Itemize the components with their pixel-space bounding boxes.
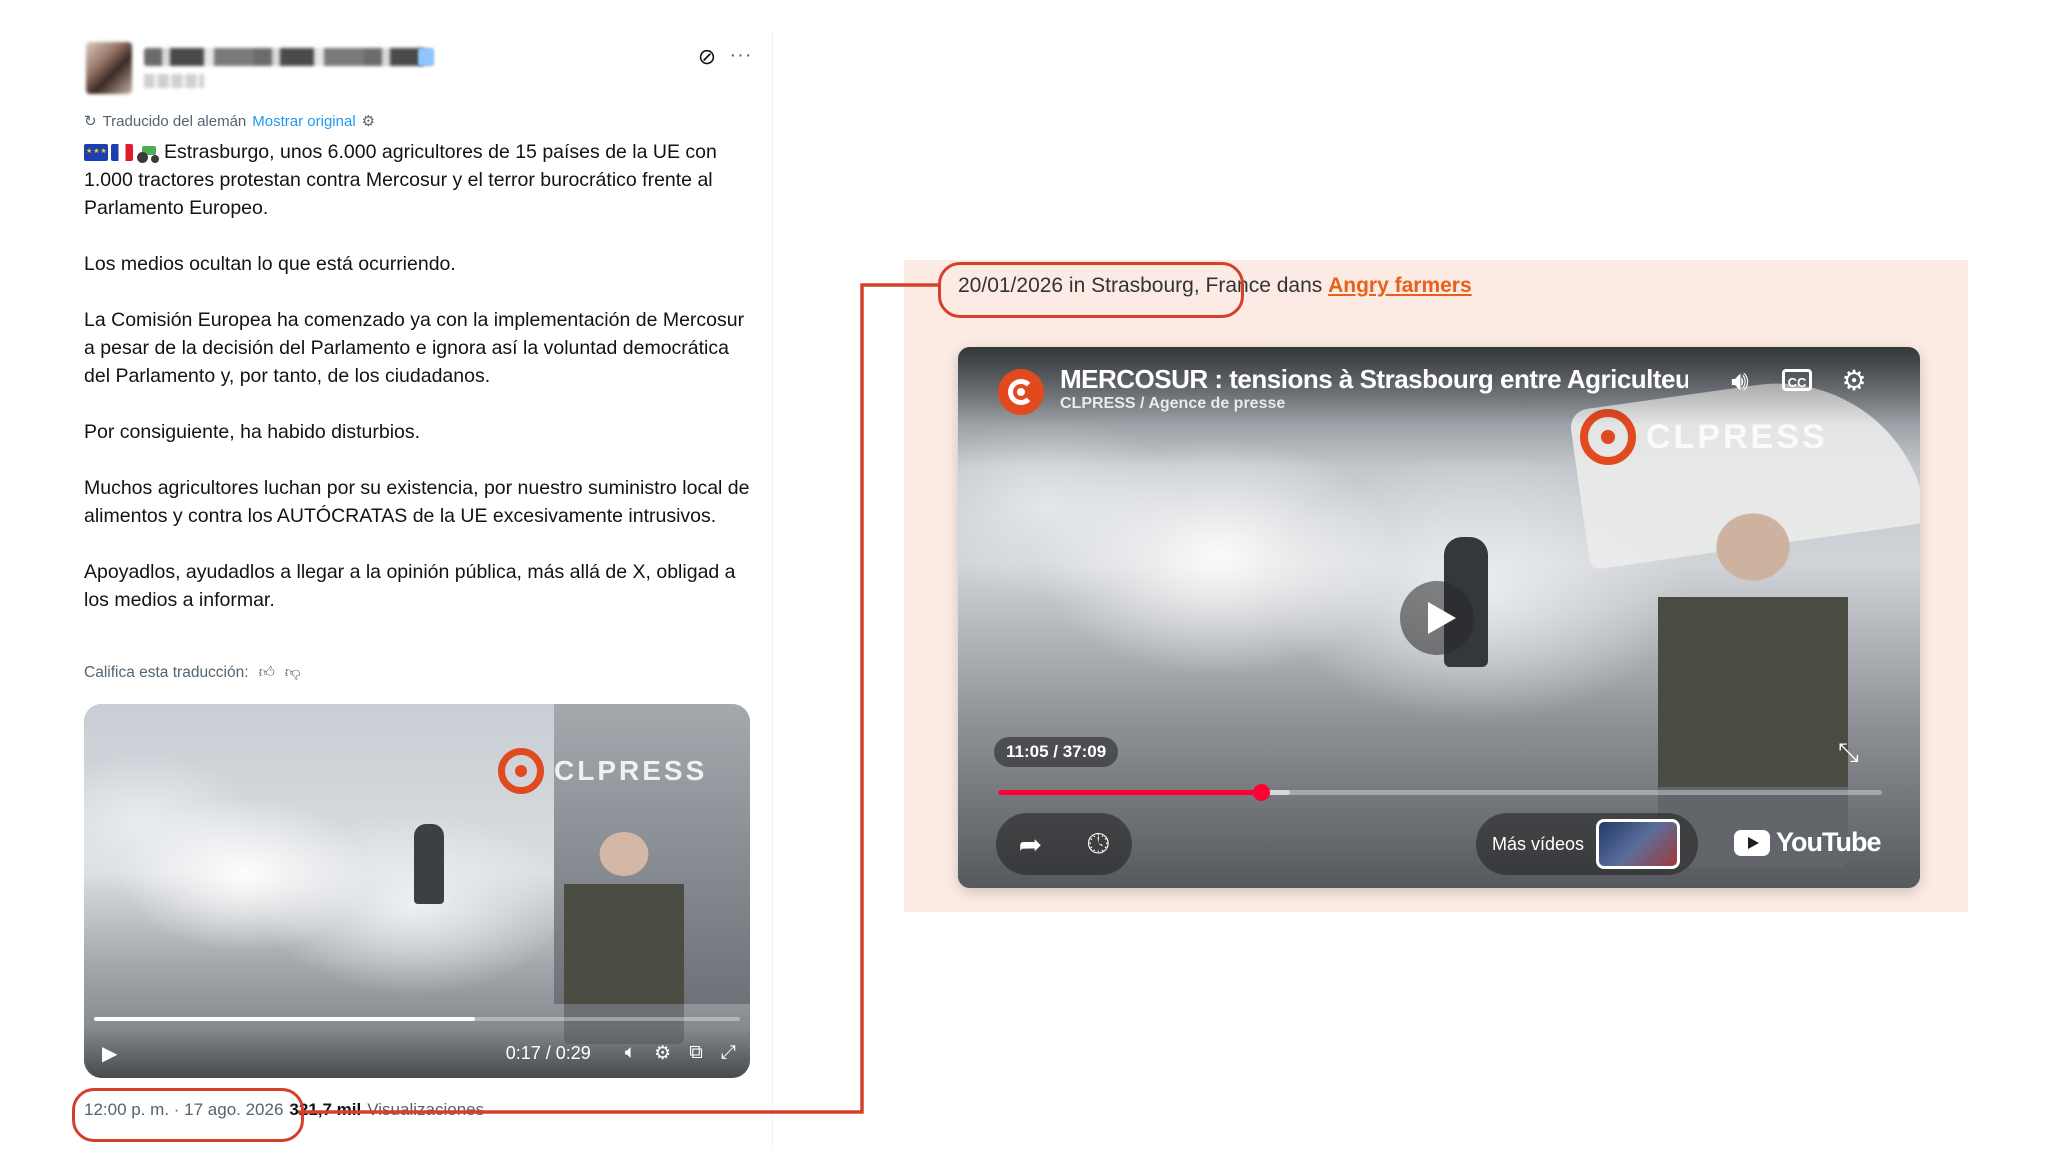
translation-notice: ↻ Traducido del alemán Mostrar original …: [84, 112, 375, 131]
channel-avatar-icon[interactable]: [998, 369, 1044, 415]
avatar[interactable]: [86, 42, 132, 94]
verified-badge-icon: [418, 48, 434, 66]
thumbs-up-icon[interactable]: 👍︎: [259, 664, 275, 682]
more-videos-label: Más vídeos: [1492, 833, 1585, 854]
yt-progress-fill: [998, 790, 1262, 795]
thumbs-down-icon[interactable]: 👎︎: [285, 664, 301, 682]
youtube-play-logo-icon: [1734, 829, 1770, 856]
annotation-ring-tweet-date: [72, 1088, 304, 1142]
youtube-wordmark: YouTube: [1776, 827, 1881, 857]
video-progress-bar[interactable]: [94, 1017, 740, 1021]
views-label: Visualizaciones: [367, 1100, 485, 1119]
youtube-logo[interactable]: YouTube: [1734, 827, 1881, 858]
tweet-paragraph: Por consiguiente, ha habido disturbios.: [84, 421, 421, 443]
captions-icon[interactable]: CC: [1782, 369, 1812, 391]
eu-flag-icon: [84, 144, 108, 161]
tweet-paragraph: Apoyadlos, ayudadlos a llegar a la opini…: [84, 561, 736, 611]
share-icon[interactable]: ➦: [1019, 828, 1042, 861]
tweet-text: Estrasburgo, unos 6.000 agricultores de …: [84, 138, 760, 642]
rate-translation: Califica esta traducción: 👍︎ 👎︎: [84, 664, 301, 682]
gear-icon[interactable]: ⚙: [362, 112, 375, 130]
video-controls: ▶ 0:17 / 0:29 🔈︎ ⚙ ⧉ ⤢: [84, 1028, 750, 1078]
rate-label: Califica esta traducción:: [84, 664, 249, 681]
tweet-paragraph-text: Estrasburgo, unos 6.000 agricultores de …: [84, 141, 717, 219]
play-icon[interactable]: ▶: [102, 1041, 117, 1066]
video-figure: [414, 824, 444, 904]
expand-icon[interactable]: ⤡: [1838, 737, 1859, 769]
clpress-logo-icon: [498, 748, 544, 794]
play-button[interactable]: [1400, 581, 1474, 655]
video-time: 0:17 / 0:29: [505, 1042, 591, 1063]
translated-label: Traducido del alemán: [102, 112, 247, 130]
more-videos-button[interactable]: Más vídeos: [1476, 813, 1698, 875]
clpress-watermark: CLPRESS: [498, 748, 707, 794]
watermark-text: CLPRESS: [554, 755, 708, 786]
display-name-redacted: [144, 48, 434, 66]
emoji-group: [84, 144, 160, 164]
show-original-link[interactable]: Mostrar original: [252, 113, 355, 130]
gear-icon[interactable]: ⚙: [654, 1042, 671, 1065]
pip-icon[interactable]: ⧉: [689, 1042, 703, 1064]
volume-icon[interactable]: 🔈︎: [625, 1042, 636, 1064]
fullscreen-icon[interactable]: ⤢: [721, 1042, 736, 1064]
video-person: [564, 814, 684, 1044]
yt-channel-name[interactable]: CLPRESS / Agence de presse: [1060, 395, 1285, 413]
tweet-video[interactable]: CLPRESS ▶ 0:17 / 0:29 🔈︎ ⚙ ⧉ ⤢: [84, 704, 750, 1078]
tweet-paragraph: Muchos agricultores luchan por su existe…: [84, 477, 750, 527]
clock-icon[interactable]: 🕓︎: [1087, 828, 1109, 861]
youtube-embed[interactable]: CLPRESS MERCOSUR : tensions à Strasbourg…: [958, 347, 1920, 888]
yt-video-title[interactable]: MERCOSUR : tensions à Strasbourg entre A…: [1060, 364, 1688, 395]
france-flag-icon: [111, 144, 133, 161]
grok-icon[interactable]: ⊘: [694, 44, 720, 70]
gear-icon[interactable]: ⚙: [1834, 361, 1874, 401]
more-icon[interactable]: ···: [728, 44, 754, 70]
tractor-icon: [136, 144, 160, 164]
tweet-paragraph: Estrasburgo, unos 6.000 agricultores de …: [84, 138, 760, 222]
tweet-paragraph: La Comisión Europea ha comenzado ya con …: [84, 309, 745, 387]
video-progress-fill: [94, 1017, 476, 1021]
volume-icon[interactable]: 🔊︎: [1720, 361, 1760, 401]
tweet-paragraph: Los medios ocultan lo que está ocurriend…: [84, 253, 456, 275]
yt-video-time: 11:05 / 37:09: [994, 737, 1119, 767]
annotation-ring-article-date: [938, 262, 1244, 318]
yt-action-pill: ➦ 🕓︎: [996, 813, 1132, 875]
translate-icon: ↻: [84, 113, 97, 130]
more-videos-thumbnail: [1596, 819, 1681, 869]
article-tag-link[interactable]: Angry farmers: [1328, 274, 1472, 297]
column-divider: [772, 30, 773, 1150]
yt-video-person: [1658, 487, 1848, 867]
handle-redacted: [144, 74, 204, 88]
yt-progress-bar[interactable]: [998, 784, 1882, 801]
